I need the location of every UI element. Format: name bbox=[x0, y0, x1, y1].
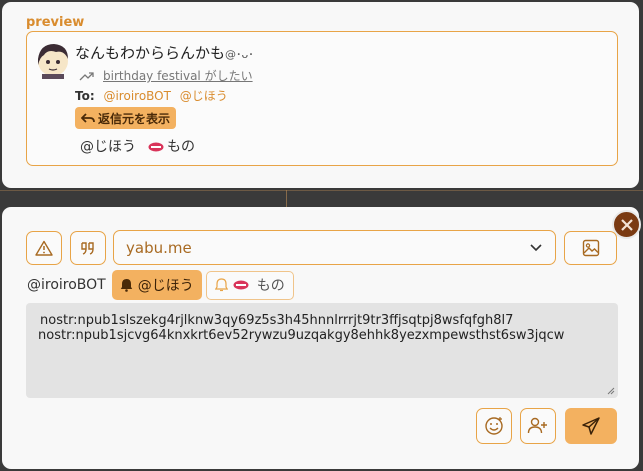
tag-mono[interactable]: もの bbox=[148, 136, 195, 156]
chevron-down-icon bbox=[530, 243, 542, 251]
show-source-label: 返信元を表示 bbox=[98, 111, 171, 126]
note-body: なんもわかららんかも bbox=[75, 44, 226, 62]
add-user-icon bbox=[527, 417, 547, 434]
relay-select-value: yabu.me bbox=[126, 238, 192, 257]
reply-target-link[interactable]: birthday festival がしたい bbox=[103, 67, 253, 84]
quote-icon bbox=[81, 242, 94, 255]
mention-author: @iroiroBOT bbox=[27, 277, 106, 293]
mention-toggle-jihou[interactable]: @じほう bbox=[111, 270, 202, 300]
send-button[interactable] bbox=[565, 408, 617, 444]
show-source-button[interactable]: 返信元を表示 bbox=[75, 107, 177, 129]
mention-toggle-mono-label: もの bbox=[256, 278, 285, 294]
background-divider bbox=[0, 190, 643, 191]
bell-outline-icon bbox=[214, 278, 228, 292]
tag-mono-label: もの bbox=[167, 139, 195, 155]
reply-arrow-icon bbox=[81, 113, 95, 123]
avatar bbox=[38, 44, 68, 79]
note-text: なんもわかららんかも@･ᴗ･ bbox=[75, 42, 254, 63]
note-content-textarea[interactable]: nostr:npub1slszekg4rjlknw3qy69z5s3h45hnn… bbox=[26, 303, 618, 398]
image-upload-button[interactable] bbox=[564, 231, 617, 265]
close-icon bbox=[620, 218, 633, 231]
preview-tags: @じほう もの bbox=[80, 136, 195, 156]
warning-icon bbox=[35, 240, 53, 256]
preview-note-card: なんもわかららんかも@･ᴗ･ birthday festival がしたい To… bbox=[26, 31, 618, 166]
to-mention[interactable]: @じほう bbox=[180, 89, 228, 103]
preview-title: preview bbox=[26, 15, 85, 30]
quote-button[interactable] bbox=[70, 231, 106, 265]
to-label: To: bbox=[75, 89, 95, 103]
mention-row: @iroiroBOT @じほう もの bbox=[27, 270, 294, 300]
resize-grip-icon[interactable] bbox=[607, 387, 615, 395]
content-line: nostr:npub1sjcvg64knxkrt6ev52rywzu9uzqak… bbox=[38, 328, 565, 343]
to-mention[interactable]: @iroiroBOT bbox=[103, 89, 171, 103]
lips-icon bbox=[233, 280, 249, 290]
image-icon bbox=[582, 239, 599, 257]
to-line: To: @iroiroBOT @じほう bbox=[75, 87, 233, 104]
lips-icon bbox=[148, 142, 164, 152]
content-warning-button[interactable] bbox=[26, 231, 62, 265]
reply-info: birthday festival がしたい bbox=[79, 67, 253, 84]
background-divider bbox=[286, 190, 287, 207]
content-line: nostr:npub1slszekg4rjlknw3qy69z5s3h45hnn… bbox=[40, 313, 514, 328]
bell-icon bbox=[120, 279, 132, 292]
trending-icon bbox=[79, 71, 94, 80]
emoji-icon bbox=[485, 417, 503, 435]
mention-toggle-jihou-label: @じほう bbox=[137, 278, 194, 294]
mention-toggle-mono[interactable]: もの bbox=[205, 270, 294, 300]
tag-mention[interactable]: @じほう bbox=[80, 136, 136, 156]
add-mention-button[interactable] bbox=[520, 408, 556, 444]
send-icon bbox=[582, 417, 600, 435]
relay-select[interactable]: yabu.me bbox=[113, 230, 556, 265]
emoji-picker-button[interactable] bbox=[476, 408, 512, 444]
note-emoji: @･ᴗ･ bbox=[225, 48, 254, 61]
